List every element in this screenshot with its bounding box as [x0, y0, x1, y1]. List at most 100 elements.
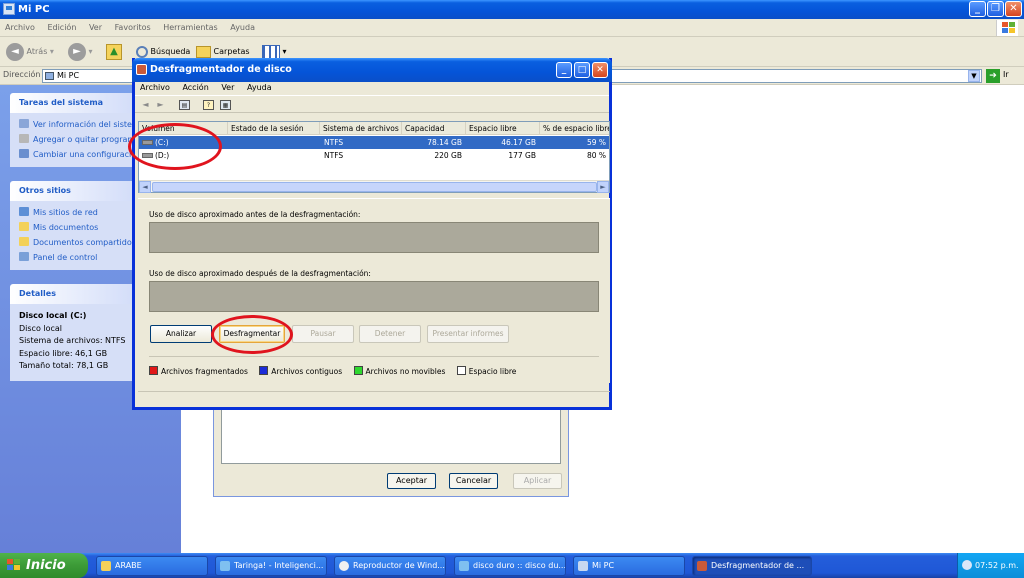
- minimize-button[interactable]: _: [969, 1, 986, 17]
- defrag-menu-archivo[interactable]: Archivo: [135, 80, 175, 95]
- help-icon[interactable]: ?: [203, 100, 214, 110]
- stop-button[interactable]: Detener: [359, 325, 421, 343]
- defrag-close-button[interactable]: ✕: [592, 62, 608, 78]
- annotation-ellipse-volumes: [128, 123, 222, 170]
- windows-flag-icon: [7, 559, 21, 572]
- folder-up-icon: ▲: [106, 43, 122, 60]
- analyze-button[interactable]: Analizar: [150, 325, 212, 343]
- after-usage-label: Uso de disco aproximado después de la de…: [149, 269, 371, 278]
- apply-button[interactable]: Aplicar: [513, 473, 562, 489]
- back-button[interactable]: ◄ Atrás ▾: [6, 42, 54, 62]
- col-filesystem[interactable]: Sistema de archivos: [320, 122, 402, 135]
- defrag-menu-ver[interactable]: Ver: [216, 80, 239, 95]
- properties-icon[interactable]: ▦: [220, 100, 231, 110]
- go-button[interactable]: Ir: [1003, 70, 1009, 79]
- before-usage-label: Uso de disco aproximado antes de la desf…: [149, 210, 361, 219]
- taskbar-item-mi-pc[interactable]: Mi PC: [573, 556, 685, 576]
- fragmented-swatch: [149, 366, 158, 375]
- windows-logo-icon: [996, 20, 1018, 36]
- col-session-status[interactable]: Estado de la sesión: [228, 122, 320, 135]
- taskbar-item-arabe[interactable]: ARABE: [96, 556, 208, 576]
- scroll-left-icon[interactable]: ◄: [139, 181, 151, 193]
- defrag-title: Desfragmentador de disco: [150, 64, 292, 75]
- network-icon: [19, 207, 29, 216]
- back-arrow-icon[interactable]: ◄: [140, 100, 151, 110]
- media-player-icon: [339, 561, 349, 571]
- taskbar-item-defrag[interactable]: Desfragmentador de ...: [692, 556, 812, 576]
- restore-button[interactable]: ❐: [987, 1, 1004, 17]
- col-pct-free[interactable]: % de espacio libre: [540, 122, 609, 135]
- forward-arrow-icon: ►: [68, 42, 86, 61]
- programs-icon: [19, 134, 29, 143]
- defrag-title-bar[interactable]: Desfragmentador de disco _ □ ✕: [132, 58, 612, 82]
- defrag-window: Desfragmentador de disco _ □ ✕ Archivo A…: [132, 58, 612, 410]
- cancel-button[interactable]: Cancelar: [449, 473, 498, 489]
- start-button[interactable]: Inicio: [0, 553, 88, 578]
- legend-fragmented: Archivos fragmentados: [149, 366, 248, 376]
- before-usage-bar: [149, 222, 599, 253]
- menu-archivo[interactable]: Archivo: [0, 19, 40, 37]
- defrag-menu-accion[interactable]: Acción: [177, 80, 213, 95]
- system-tray: 07:52 p.m.: [957, 553, 1024, 578]
- folder-icon: [101, 561, 111, 571]
- taskbar-item-media-player[interactable]: Reproductor de Wind...: [334, 556, 446, 576]
- up-folder-button[interactable]: ▲: [106, 42, 122, 62]
- control-panel-icon: [19, 149, 29, 158]
- menu-ver[interactable]: Ver: [84, 19, 107, 37]
- volume-list-hscrollbar[interactable]: ◄ ►: [139, 180, 609, 193]
- menu-ayuda[interactable]: Ayuda: [225, 19, 260, 37]
- forward-button[interactable]: ► ▾: [68, 42, 93, 62]
- menu-herramientas[interactable]: Herramientas: [158, 19, 223, 37]
- defrag-maximize-button[interactable]: □: [574, 62, 590, 78]
- views-icon: [262, 44, 280, 59]
- system-info-icon: [19, 119, 29, 128]
- col-free-space[interactable]: Espacio libre: [466, 122, 540, 135]
- forward-arrow-icon[interactable]: ►: [155, 100, 166, 110]
- usage-area: Uso de disco aproximado antes de la desf…: [138, 198, 610, 383]
- my-computer-icon: [45, 72, 54, 80]
- col-capacity[interactable]: Capacidad: [402, 122, 466, 135]
- tray-network-icon[interactable]: [962, 560, 972, 570]
- scroll-thumb[interactable]: [152, 182, 597, 192]
- ok-button[interactable]: Aceptar: [387, 473, 436, 489]
- annotation-ellipse-defragment: [211, 315, 293, 354]
- scroll-right-icon[interactable]: ►: [597, 181, 609, 193]
- view-report-button[interactable]: Presentar informes: [427, 325, 509, 343]
- unmovable-swatch: [353, 366, 363, 375]
- legend-unmovable: Archivos no movibles: [353, 366, 445, 376]
- menu-favoritos[interactable]: Favoritos: [110, 19, 156, 37]
- address-dropdown-icon[interactable]: ▼: [968, 70, 980, 82]
- address-label: Dirección: [3, 70, 41, 79]
- legend-free-space: Espacio libre: [456, 366, 516, 376]
- taskbar: Inicio ARABE Taringa! - Inteligenci... R…: [0, 553, 1024, 578]
- control-panel-icon: [19, 252, 29, 261]
- my-computer-icon: [578, 561, 588, 571]
- go-arrow-icon[interactable]: ➔: [986, 69, 1000, 83]
- defrag-minimize-button[interactable]: _: [556, 62, 572, 78]
- contiguous-swatch: [259, 366, 269, 375]
- pause-button[interactable]: Pausar: [292, 325, 354, 343]
- folder-icon: [19, 222, 29, 231]
- my-computer-icon: [3, 3, 15, 15]
- chevron-down-icon: ▾: [49, 47, 54, 56]
- defrag-toolbar: ◄ ► ▤ ? ▦: [135, 95, 609, 113]
- ie-icon: [459, 561, 469, 571]
- legend: Archivos fragmentados Archivos contiguos…: [149, 366, 525, 376]
- chevron-down-icon: ▾: [88, 47, 93, 56]
- chevron-down-icon: ▾: [282, 47, 287, 56]
- after-usage-bar: [149, 281, 599, 312]
- ie-icon: [220, 561, 230, 571]
- legend-contiguous: Archivos contiguos: [259, 366, 342, 376]
- clock[interactable]: 07:52 p.m.: [975, 561, 1019, 570]
- defrag-menu-ayuda[interactable]: Ayuda: [242, 80, 277, 95]
- search-icon: [136, 45, 148, 58]
- explorer-menubar: Archivo Edición Ver Favoritos Herramient…: [0, 19, 1024, 37]
- explorer-title-bar[interactable]: Mi PC _ ❐ ✕: [0, 0, 1024, 19]
- defrag-status-bar: [138, 391, 610, 406]
- shared-folder-icon: [19, 237, 29, 246]
- taskbar-item-disco-duro[interactable]: disco duro :: disco du...: [454, 556, 566, 576]
- menu-edicion[interactable]: Edición: [42, 19, 81, 37]
- taskbar-item-taringa[interactable]: Taringa! - Inteligenci...: [215, 556, 327, 576]
- console-tree-icon[interactable]: ▤: [179, 100, 190, 110]
- close-button[interactable]: ✕: [1005, 1, 1022, 17]
